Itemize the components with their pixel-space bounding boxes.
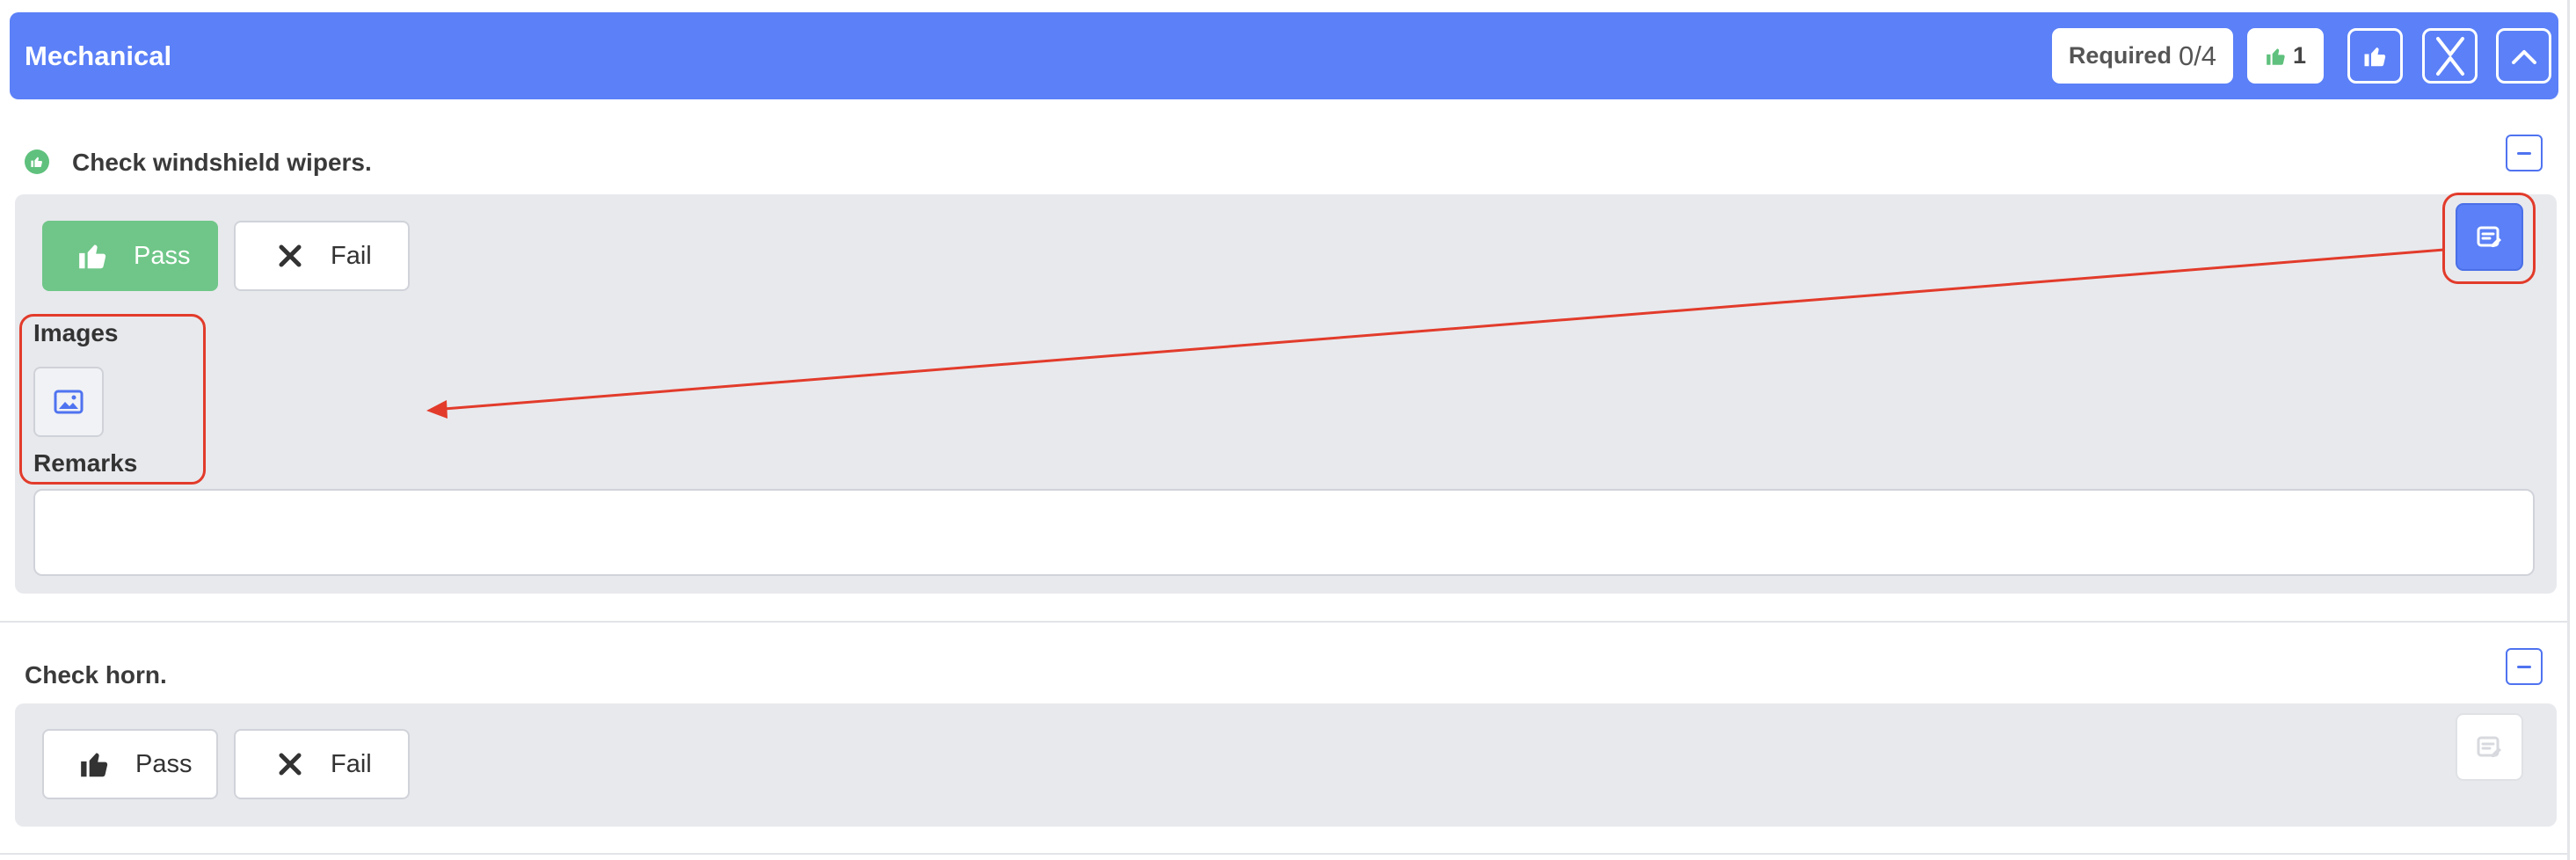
fail-button[interactable]: Fail <box>234 729 410 799</box>
pass-count-badge: 1 <box>2247 28 2324 84</box>
required-label: Required <box>2068 42 2172 69</box>
pass-button[interactable]: Pass <box>42 221 218 291</box>
collapse-all-button[interactable] <box>2422 28 2478 84</box>
chevron-up-icon <box>2510 47 2538 66</box>
inspection-page: Mechanical Required 0/4 1 Check windshie… <box>0 0 2576 860</box>
item-divider <box>0 853 2567 855</box>
thumbs-up-icon <box>2265 45 2288 68</box>
fail-button[interactable]: Fail <box>234 221 410 291</box>
pass-button[interactable]: Pass <box>42 729 218 799</box>
close-icon <box>273 747 308 782</box>
scrollbar-edge <box>2567 0 2570 860</box>
item-title: Check windshield wipers. <box>72 149 372 176</box>
pass-label: Pass <box>135 749 193 778</box>
collapse-item-button[interactable] <box>2506 135 2543 171</box>
item-title: Check horn. <box>25 661 167 689</box>
item-status-pass-icon <box>25 149 49 174</box>
collapse-item-button[interactable] <box>2506 648 2543 685</box>
pass-label: Pass <box>134 241 191 270</box>
pass-count-value: 1 <box>2292 42 2307 69</box>
note-edit-icon <box>2475 732 2505 762</box>
pass-all-button[interactable] <box>2347 28 2403 84</box>
minus-icon <box>2517 151 2531 155</box>
thumbs-up-icon <box>77 747 113 782</box>
collapse-section-button[interactable] <box>2496 28 2551 84</box>
close-icon <box>273 238 308 273</box>
section-title: Mechanical <box>25 40 172 71</box>
required-count-badge: Required 0/4 <box>2052 28 2233 84</box>
add-note-button[interactable] <box>2456 713 2523 781</box>
thumbs-up-icon <box>76 238 111 273</box>
remarks-input[interactable] <box>33 489 2535 576</box>
fail-label: Fail <box>331 241 372 270</box>
required-value: 0/4 <box>2178 40 2217 71</box>
fail-label: Fail <box>331 749 372 778</box>
collapse-all-icon <box>2433 35 2468 77</box>
item-divider <box>0 621 2567 623</box>
annotation-highlight-box <box>19 314 206 485</box>
thumbs-up-icon <box>2362 43 2389 69</box>
annotation-highlight-box <box>2442 193 2536 284</box>
section-header: Mechanical Required 0/4 1 <box>10 12 2558 99</box>
minus-icon <box>2517 665 2531 668</box>
